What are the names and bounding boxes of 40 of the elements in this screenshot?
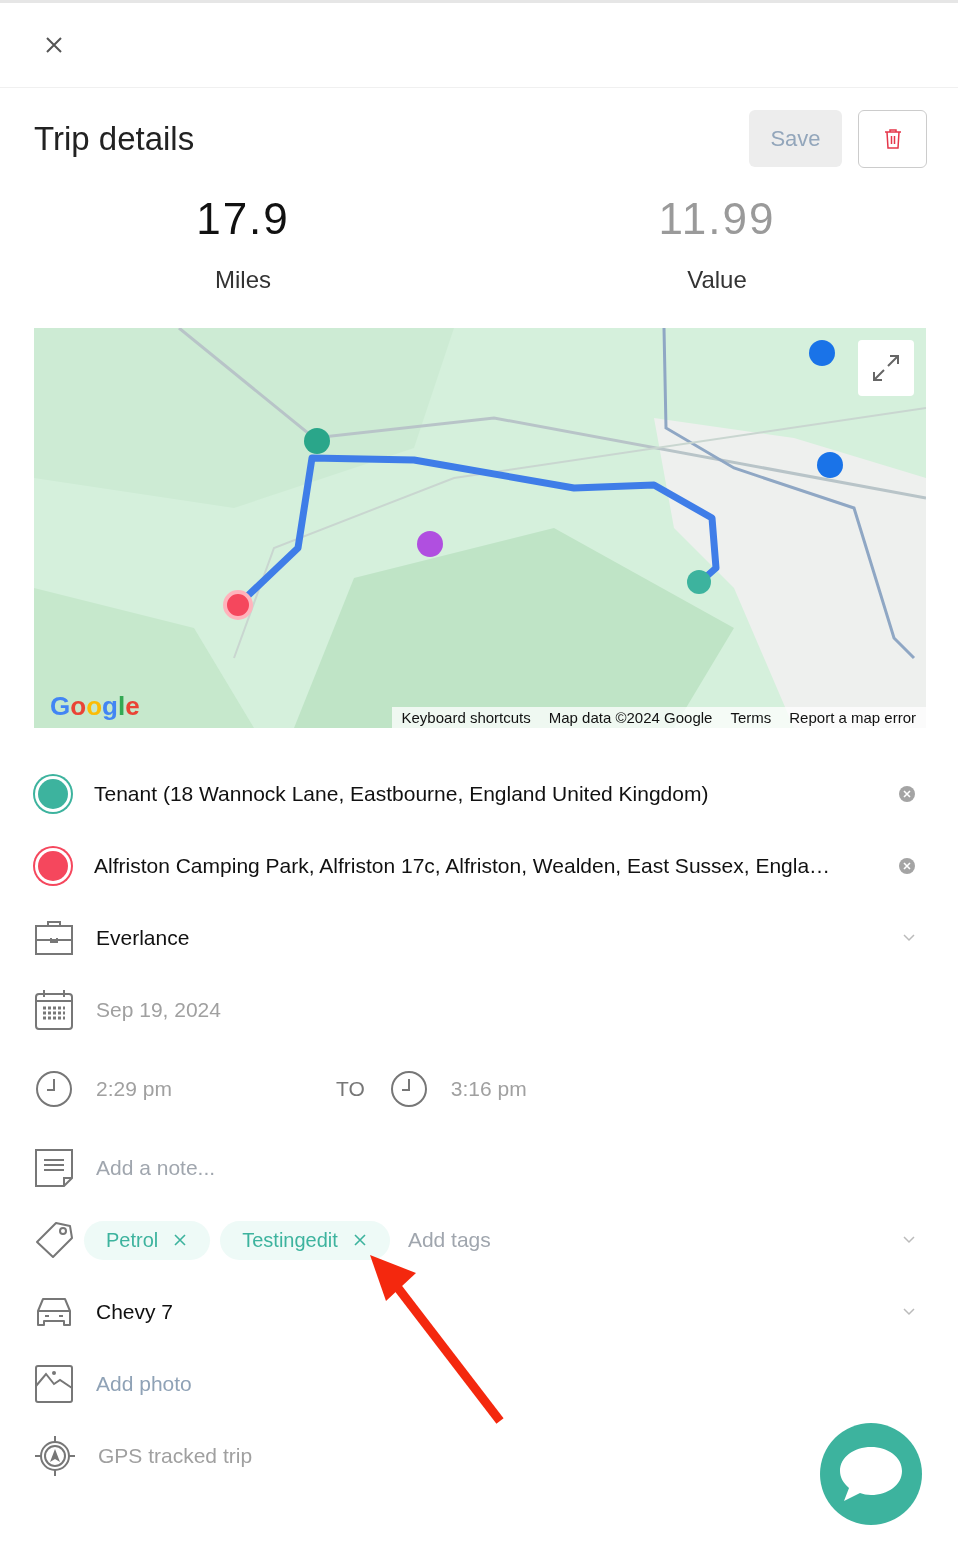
calendar-icon (34, 989, 74, 1031)
note-icon (34, 1148, 74, 1188)
map-attribution-link[interactable]: Keyboard shortcuts (401, 709, 531, 726)
clock-icon (34, 1069, 74, 1109)
map-attribution-link[interactable]: Map data ©2024 Google (548, 709, 713, 726)
vehicle-select[interactable]: Chevy 7 (96, 1300, 902, 1324)
map-attribution-link[interactable]: Report a map error (789, 709, 916, 726)
clock-icon (388, 1069, 429, 1109)
fullscreen-button[interactable] (858, 340, 914, 396)
remove-icon[interactable] (353, 1234, 366, 1246)
delete-button[interactable] (858, 110, 927, 168)
stop-address[interactable]: Tenant (18 Wannock Lane, Eastbourne, England United Kingdom) (94, 782, 898, 806)
stat-value: 11.99 (658, 194, 776, 244)
remove-icon[interactable] (174, 1234, 187, 1246)
stat-value: 17.9 (196, 194, 290, 244)
tag-icon (34, 1220, 74, 1260)
page-title: Trip details (34, 120, 195, 158)
tag-label: Petrol (106, 1228, 159, 1252)
briefcase-icon (34, 920, 74, 956)
image-icon (34, 1364, 74, 1404)
stop-address[interactable]: Alfriston Camping Park, Alfriston 17c, Alfriston, Wealden, East Sussex, Engla… (94, 854, 898, 878)
chevron-down-icon[interactable] (902, 1307, 916, 1317)
map-logo: Google (50, 691, 140, 722)
chevron-down-icon[interactable] (902, 933, 916, 943)
note-field[interactable]: Add a note... (96, 1156, 916, 1180)
trash-icon (882, 128, 903, 150)
stat-label: Miles (215, 266, 271, 294)
purpose-select[interactable]: Everlance (96, 926, 902, 950)
gps-label: GPS tracked trip (98, 1444, 253, 1468)
chevron-down-icon[interactable] (902, 1235, 916, 1245)
close-icon (44, 35, 64, 55)
car-icon (34, 1295, 74, 1329)
clear-icon[interactable] (898, 857, 916, 875)
tags-field[interactable]: Add tags (407, 1228, 902, 1252)
map-attribution-link[interactable]: Terms (730, 709, 772, 726)
tag-label: Testingedit (242, 1228, 338, 1252)
clear-icon[interactable] (898, 785, 916, 803)
stat-label: Value (687, 266, 747, 294)
gps-target-icon (34, 1435, 76, 1477)
time-separator: TO (336, 1077, 365, 1101)
